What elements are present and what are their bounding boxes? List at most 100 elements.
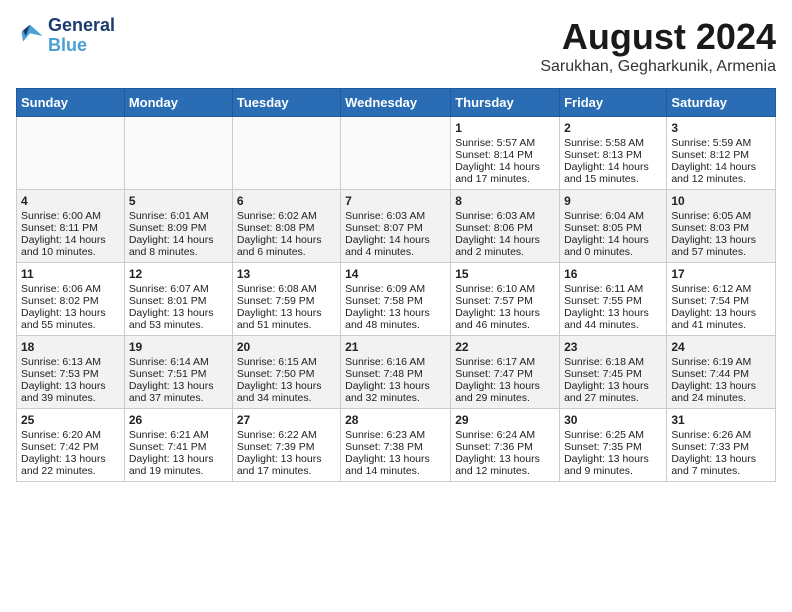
day-detail: Sunrise: 6:08 AM (237, 283, 336, 295)
day-number: 8 (455, 194, 555, 208)
day-detail: Sunset: 8:01 PM (129, 295, 228, 307)
logo: General Blue (16, 16, 115, 56)
title-block: August 2024 Sarukhan, Gegharkunik, Armen… (540, 16, 776, 76)
calendar-cell: 5Sunrise: 6:01 AMSunset: 8:09 PMDaylight… (124, 190, 232, 263)
day-detail: and 9 minutes. (564, 465, 662, 477)
day-detail: Sunrise: 6:24 AM (455, 429, 555, 441)
calendar-cell: 31Sunrise: 6:26 AMSunset: 7:33 PMDayligh… (667, 409, 776, 482)
day-detail: Daylight: 13 hours (564, 380, 662, 392)
day-detail: Sunrise: 6:12 AM (671, 283, 771, 295)
calendar-cell: 11Sunrise: 6:06 AMSunset: 8:02 PMDayligh… (17, 263, 125, 336)
day-detail: and 15 minutes. (564, 173, 662, 185)
day-detail: Sunset: 7:59 PM (237, 295, 336, 307)
day-detail: Sunrise: 6:17 AM (455, 356, 555, 368)
day-detail: Sunrise: 6:18 AM (564, 356, 662, 368)
day-number: 9 (564, 194, 662, 208)
day-detail: and 51 minutes. (237, 319, 336, 331)
day-detail: and 41 minutes. (671, 319, 771, 331)
day-detail: and 17 minutes. (455, 173, 555, 185)
day-number: 12 (129, 267, 228, 281)
day-number: 25 (21, 413, 120, 427)
calendar-cell (124, 117, 232, 190)
day-number: 4 (21, 194, 120, 208)
day-detail: Sunset: 8:09 PM (129, 222, 228, 234)
calendar-cell: 22Sunrise: 6:17 AMSunset: 7:47 PMDayligh… (451, 336, 560, 409)
day-detail: Daylight: 13 hours (564, 307, 662, 319)
calendar-cell: 29 Sunrise: 6:24 AMSunset: 7:36 PMDayligh… (451, 409, 560, 482)
day-detail: and 12 minutes. (455, 465, 555, 477)
day-detail: Daylight: 13 hours (455, 380, 555, 392)
day-detail: and 8 minutes. (129, 246, 228, 258)
weekday-header-sunday: Sunday (17, 89, 125, 117)
weekday-header-saturday: Saturday (667, 89, 776, 117)
day-detail: Daylight: 14 hours (455, 161, 555, 173)
day-number: 23 (564, 340, 662, 354)
day-number: 5 (129, 194, 228, 208)
day-detail: and 37 minutes. (129, 392, 228, 404)
day-detail: Sunset: 7:33 PM (671, 441, 771, 453)
day-detail: Sunrise: 6:19 AM (671, 356, 771, 368)
day-detail: Daylight: 13 hours (237, 380, 336, 392)
day-detail: Daylight: 13 hours (671, 380, 771, 392)
day-detail: Sunrise: 6:26 AM (671, 429, 771, 441)
day-detail: Daylight: 13 hours (129, 380, 228, 392)
day-detail: Daylight: 14 hours (564, 161, 662, 173)
day-detail: Sunset: 8:12 PM (671, 149, 771, 161)
day-detail: Sunset: 7:36 PM (455, 441, 555, 453)
calendar-week-3: 11Sunrise: 6:06 AMSunset: 8:02 PMDayligh… (17, 263, 776, 336)
day-detail: and 29 minutes. (455, 392, 555, 404)
day-detail: and 12 minutes. (671, 173, 771, 185)
day-detail: Daylight: 13 hours (237, 307, 336, 319)
calendar-cell: 9Sunrise: 6:04 AMSunset: 8:05 PMDaylight… (560, 190, 667, 263)
day-number: 22 (455, 340, 555, 354)
calendar-week-1: 1Sunrise: 5:57 AMSunset: 8:14 PMDaylight… (17, 117, 776, 190)
day-detail: Sunrise: 6:09 AM (345, 283, 446, 295)
calendar-cell: 17Sunrise: 6:12 AMSunset: 7:54 PMDayligh… (667, 263, 776, 336)
day-number: 7 (345, 194, 446, 208)
calendar-cell (17, 117, 125, 190)
day-detail: Sunrise: 5:58 AM (564, 137, 662, 149)
logo-line2: Blue (48, 35, 87, 55)
day-detail: Sunrise: 6:10 AM (455, 283, 555, 295)
day-detail: Sunrise: 6:16 AM (345, 356, 446, 368)
day-detail: Sunrise: 6:03 AM (455, 210, 555, 222)
day-detail: and 34 minutes. (237, 392, 336, 404)
day-number: 13 (237, 267, 336, 281)
day-detail: Daylight: 13 hours (21, 380, 120, 392)
day-detail: and 46 minutes. (455, 319, 555, 331)
day-number: 27 (237, 413, 336, 427)
day-detail: Daylight: 13 hours (455, 453, 555, 465)
day-number: 1 (455, 121, 555, 135)
calendar-cell: 20Sunrise: 6:15 AMSunset: 7:50 PMDayligh… (232, 336, 340, 409)
calendar-week-5: 25Sunrise: 6:20 AMSunset: 7:42 PMDayligh… (17, 409, 776, 482)
calendar-table: SundayMondayTuesdayWednesdayThursdayFrid… (16, 88, 776, 482)
day-detail: Sunrise: 6:20 AM (21, 429, 120, 441)
weekday-header-friday: Friday (560, 89, 667, 117)
day-number: 29 (455, 413, 555, 427)
day-detail: and 17 minutes. (237, 465, 336, 477)
calendar-cell: 25 Sunrise: 6:20 AMSunset: 7:42 PMDayligh… (17, 409, 125, 482)
day-detail: Sunset: 7:58 PM (345, 295, 446, 307)
weekday-header-row: SundayMondayTuesdayWednesdayThursdayFrid… (17, 89, 776, 117)
day-detail: Sunrise: 6:07 AM (129, 283, 228, 295)
day-detail: Sunrise: 6:05 AM (671, 210, 771, 222)
day-detail: Daylight: 14 hours (564, 234, 662, 246)
logo-icon (16, 22, 44, 50)
day-detail: and 48 minutes. (345, 319, 446, 331)
day-detail: and 53 minutes. (129, 319, 228, 331)
day-number: 31 (671, 413, 771, 427)
day-number: 18 (21, 340, 120, 354)
day-detail: Daylight: 13 hours (21, 453, 120, 465)
day-detail: Sunrise: 6:23 AM (345, 429, 446, 441)
day-detail: Daylight: 13 hours (455, 307, 555, 319)
day-detail: Daylight: 13 hours (345, 453, 446, 465)
calendar-cell: 21Sunrise: 6:16 AMSunset: 7:48 PMDayligh… (341, 336, 451, 409)
logo-text: General Blue (48, 16, 115, 56)
calendar-cell: 2Sunrise: 5:58 AMSunset: 8:13 PMDaylight… (560, 117, 667, 190)
day-detail: Daylight: 13 hours (237, 453, 336, 465)
day-detail: Sunset: 7:57 PM (455, 295, 555, 307)
day-number: 10 (671, 194, 771, 208)
day-detail: Sunset: 7:42 PM (21, 441, 120, 453)
day-detail: Sunset: 7:54 PM (671, 295, 771, 307)
weekday-header-tuesday: Tuesday (232, 89, 340, 117)
